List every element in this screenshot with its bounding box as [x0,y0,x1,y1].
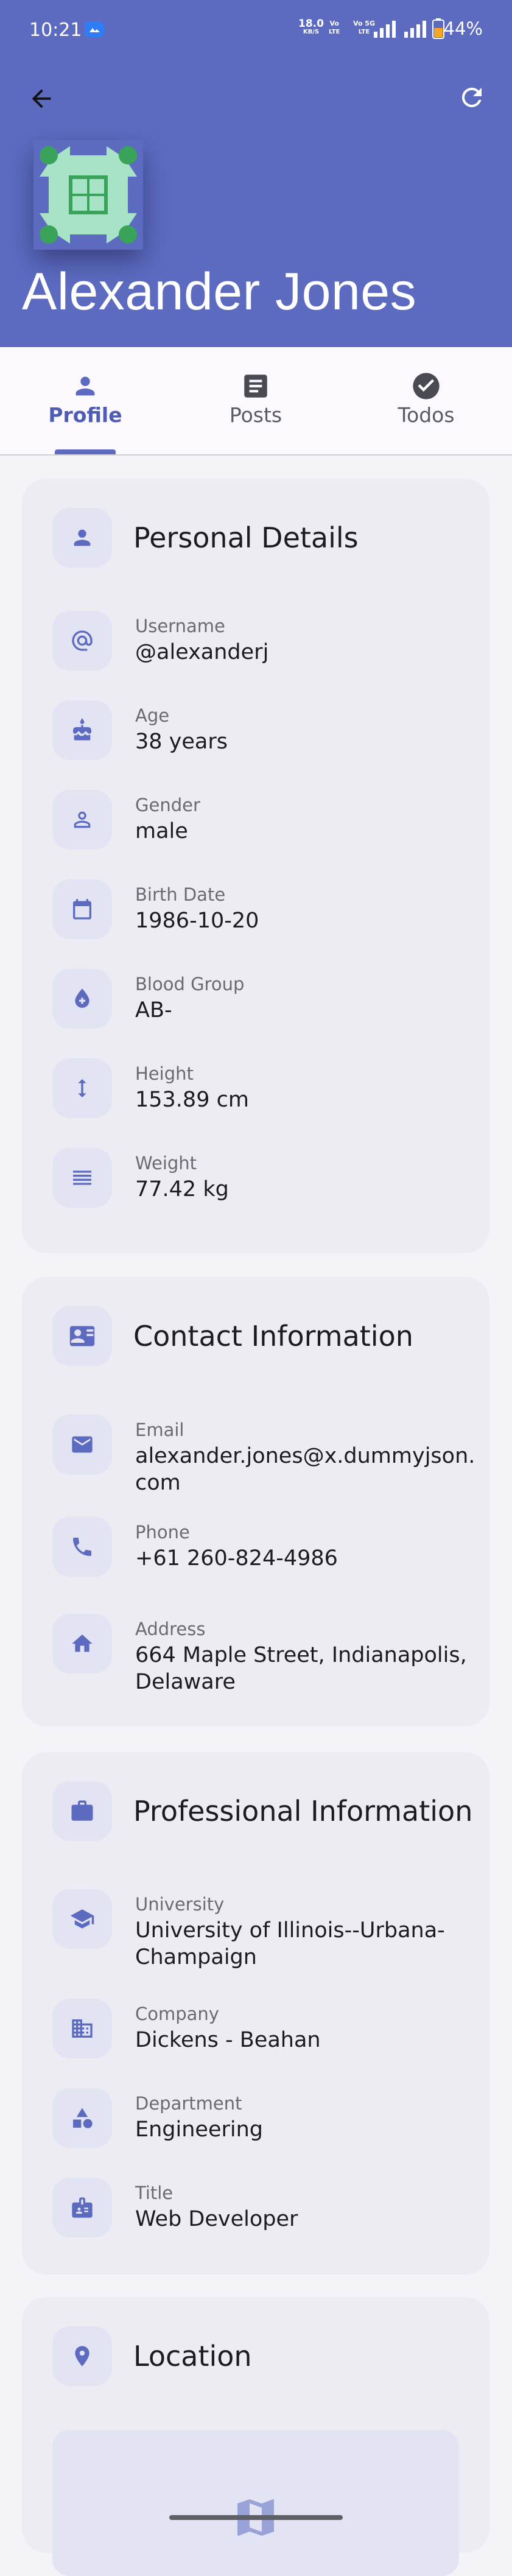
weight-label: Weight [135,1153,197,1174]
battery-percent: 44% [443,18,483,39]
volte2-sub: LTE [358,29,370,35]
school-icon [52,1889,112,1949]
tab-posts-label: Posts [229,403,282,427]
phone-icon [52,1517,112,1577]
age-value: 38 years [135,730,228,754]
height-label: Height [135,1063,194,1084]
profile-header: 10:21 18.0 KB/S Vo LTE Vo 5G LTE 44% Ale… [0,0,512,347]
volte2-label: Vo 5G [353,19,375,27]
person-icon [52,508,112,568]
phone-label: Phone [135,1522,190,1543]
tab-bar: Profile Posts Todos [0,347,512,456]
address-value: 664 Maple Street, Indianapolis, Delaware [135,1642,476,1695]
birthdate-label: Birth Date [135,884,226,905]
signal-icon [373,21,399,38]
tab-posts[interactable]: Posts [170,347,341,454]
user-name: Alexander Jones [22,262,417,321]
phone-value: +61 260-824-4986 [135,1546,338,1571]
at-icon [52,611,112,670]
email-label: Email [135,1420,184,1440]
cake-icon [52,700,112,760]
gender-label: Gender [135,795,200,815]
location-title: Location [133,2340,252,2373]
status-bar: 10:21 18.0 KB/S Vo LTE Vo 5G LTE 44% [0,0,512,61]
contact-card-icon [52,1306,112,1366]
tab-todos[interactable]: Todos [341,347,511,454]
refresh-icon [457,83,486,112]
personal-details-title: Personal Details [133,521,359,554]
refresh-button[interactable] [452,78,491,117]
title-label: Title [135,2183,174,2203]
gender-value: male [135,819,188,843]
birthdate-value: 1986-10-20 [135,909,259,933]
location-card: Location [22,2297,489,2576]
location-pin-icon [52,2326,112,2386]
volte1-sub: LTE [329,29,340,35]
university-value-line1: University of Illinois--Urbana- [135,1918,445,1943]
calendar-icon [52,879,112,939]
contact-information-card: Contact Information Email alexander.jone… [22,1277,489,1726]
email-value-line2: com [135,1471,181,1495]
height-icon [52,1058,112,1118]
contact-information-title: Contact Information [133,1320,413,1353]
professional-information-card: Professional Information University Univ… [22,1752,489,2275]
arrow-back-icon [27,85,55,113]
height-value: 153.89 cm [135,1088,249,1112]
department-value: Engineering [135,2117,263,2142]
email-value-line1: alexander.jones@x.dummyjson. [135,1444,475,1468]
username-label: Username [135,616,225,636]
company-label: Company [135,2004,219,2024]
gesture-navigation-bar[interactable] [169,2515,343,2520]
company-value: Dickens - Beahan [135,2028,321,2052]
email-value: alexander.jones@x.dummyjson. com [135,1443,476,1496]
check-circle-icon [408,368,444,404]
tab-active-indicator [55,449,116,454]
university-label: University [135,1894,225,1915]
university-value-line2: Champaign [135,1945,257,1969]
mail-icon [52,1415,112,1474]
weight-value: 77.42 kg [135,1177,229,1202]
bloodgroup-label: Blood Group [135,974,245,994]
weight-icon [52,1148,112,1208]
business-icon [52,1999,112,2058]
status-time: 10:21 [29,19,82,41]
battery-icon [432,18,444,39]
blood-drop-icon [52,969,112,1029]
age-label: Age [135,705,170,726]
location-map[interactable] [52,2430,459,2576]
professional-information-title: Professional Information [133,1795,473,1828]
article-icon [237,368,274,404]
personal-details-card: Personal Details Username @alexanderj Ag… [22,479,489,1253]
address-value-line1: 664 Maple Street, Indianapolis, [135,1643,467,1667]
bloodgroup-value: AB- [135,998,172,1022]
cloud-notification-icon [84,21,105,38]
net-speed: 18.0 [298,18,324,30]
username-value: @alexanderj [135,640,269,664]
back-button[interactable] [22,79,61,118]
person-icon [67,368,103,404]
tab-profile-label: Profile [48,403,122,427]
tab-todos-label: Todos [398,403,455,427]
title-value: Web Developer [135,2207,298,2231]
category-icon [52,2088,112,2148]
person-outline-icon [52,790,112,850]
badge-icon [52,2178,112,2237]
university-value: University of Illinois--Urbana- Champaig… [135,1917,476,1971]
briefcase-icon [52,1781,112,1841]
home-icon [52,1614,112,1673]
signal-icon-2 [403,21,430,38]
volte1-label: Vo [329,19,339,27]
avatar [33,140,143,250]
tab-profile[interactable]: Profile [0,347,170,454]
address-value-line2: Delaware [135,1670,236,1694]
address-label: Address [135,1619,206,1639]
department-label: Department [135,2093,242,2114]
